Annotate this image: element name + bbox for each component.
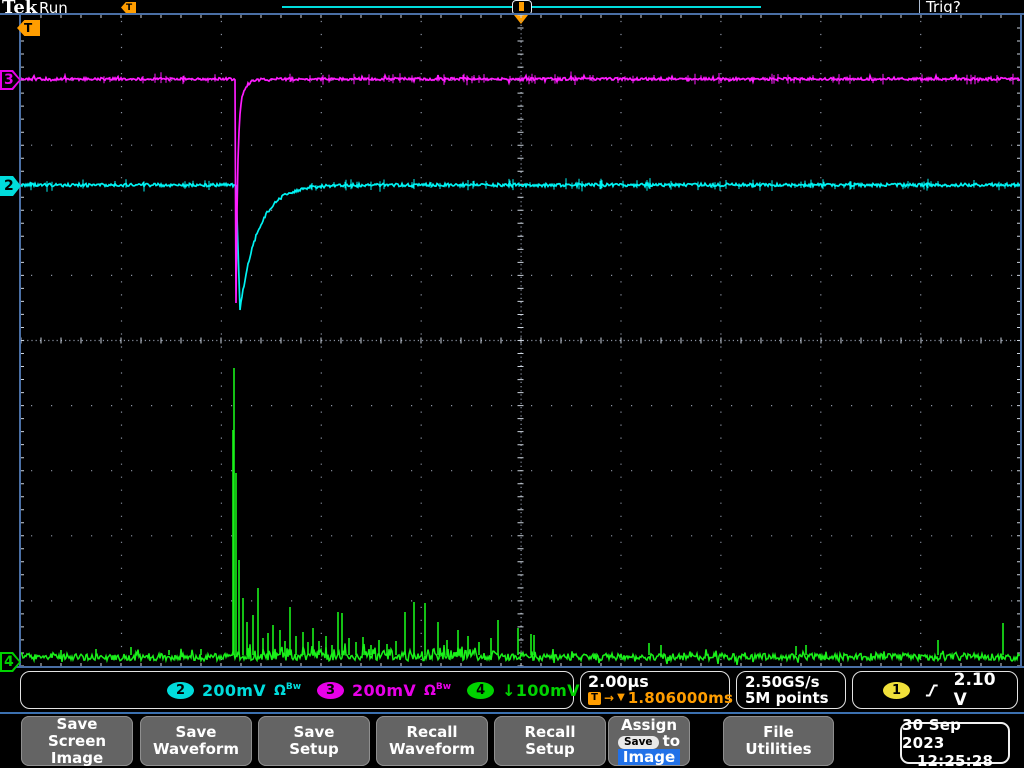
record-length: 5M points — [745, 689, 829, 707]
ch4-spikes — [60, 368, 1004, 655]
trigger-level: 2.10 V — [953, 670, 996, 710]
timebase-scale: 2.00μs — [588, 672, 649, 691]
trigger-record-position-icon: T — [121, 2, 136, 13]
channel-3-scale: 200mV — [352, 680, 416, 700]
recall-waveform-button[interactable]: Recall Waveform — [376, 716, 488, 766]
oscilloscope-screen: Tek Run T Trig? T 3 2 4 2 200mV ΩBw 3 20… — [0, 0, 1024, 768]
channel-3-readout: 3 200mV ΩBw — [317, 681, 451, 700]
trigger-letter: T — [24, 21, 33, 35]
horizontal-readout-box: 2.00μs T → ▼ 1.806000ms — [580, 671, 733, 709]
channel-4-badge: 4 — [467, 681, 495, 699]
save-screen-image-button[interactable]: Save Screen Image — [21, 714, 133, 767]
save-waveform-button[interactable]: Save Waveform — [140, 716, 252, 766]
channel-4-scale: ↓100mV — [502, 680, 580, 700]
button-label-line1: Save — [293, 723, 335, 741]
assign-save-button[interactable]: Assign Save to Image — [608, 716, 690, 766]
delay-value: 1.806000ms — [627, 689, 734, 707]
button-label-line1: Save — [56, 714, 98, 733]
button-label-line2: Utilities — [745, 740, 812, 758]
channel-2-position-pennant: 2 — [0, 176, 21, 196]
time-text: 12:25:28 — [916, 752, 994, 768]
window-marker-stripe — [519, 2, 524, 11]
rising-edge-icon — [925, 684, 938, 696]
trigger-source-badge: 1 — [883, 681, 910, 699]
datetime-box: 30 Sep 2023 12:25:28 — [900, 716, 1010, 768]
button-label-line1: Recall — [524, 723, 576, 741]
file-utilities-button[interactable]: File Utilities — [723, 716, 834, 766]
button-label-line2: Save to — [617, 733, 680, 749]
button-label-line1: Save — [175, 723, 217, 741]
button-label-line1: Recall — [406, 723, 458, 741]
button-label-line2: Setup — [289, 740, 339, 758]
channel-2-coupling: ΩBw — [273, 681, 302, 699]
recall-setup-button[interactable]: Recall Setup — [494, 716, 606, 766]
button-label-line2: Screen Image — [47, 731, 107, 767]
button-label-line3: Image — [617, 749, 681, 765]
channel-2-number: 2 — [4, 178, 14, 194]
trigger-letter: T — [126, 2, 133, 13]
trigger-readout-box: 1 2.10 V — [852, 670, 1018, 710]
channel-4-position-pennant: 4 — [0, 652, 21, 672]
menu-separator — [0, 712, 1024, 714]
channel-3-badge: 3 — [317, 681, 345, 699]
date-text: 30 Sep 2023 — [902, 716, 962, 752]
delay-pointer-icon: ▼ — [617, 692, 625, 703]
channel-readouts-box: 2 200mV ΩBw 3 200mV ΩBw 4 ↓100mV ΩBw — [20, 671, 615, 709]
channel-2-scale: 200mV — [202, 680, 266, 700]
waveform-plot — [21, 15, 1020, 666]
channel-3-number: 3 — [4, 72, 14, 88]
trigger-delay-readout: T → ▼ 1.806000ms — [588, 690, 733, 706]
sample-rate: 2.50GS/s — [745, 673, 820, 691]
save-setup-button[interactable]: Save Setup — [258, 716, 370, 766]
graticule-border-right — [1020, 13, 1022, 668]
button-label-line1: Assign — [620, 716, 678, 734]
channel-3-coupling: ΩBw — [424, 681, 452, 699]
channel-2-badge: 2 — [167, 681, 194, 699]
delay-arrow-icon: → — [604, 691, 615, 705]
assign-target-highlight: Image — [617, 749, 681, 765]
channel-2-bandwidth: Bw — [285, 681, 302, 692]
topbar-divider — [919, 0, 920, 13]
channel-2-readout: 2 200mV ΩBw — [167, 681, 301, 700]
graticule-border-bottom — [0, 666, 1024, 668]
button-label-line1: File — [763, 723, 794, 741]
button-label-line2: Waveform — [389, 740, 475, 758]
channel-4-number: 4 — [4, 654, 14, 670]
acquisition-readout-box: 2.50GS/s 5M points — [736, 671, 846, 709]
button-label-line2: Setup — [525, 740, 575, 758]
channel-3-bandwidth: Bw — [435, 681, 452, 692]
delay-trigger-icon: T — [588, 691, 601, 705]
button-label-line2: Waveform — [153, 740, 239, 758]
channel-3-position-pennant: 3 — [0, 70, 21, 90]
